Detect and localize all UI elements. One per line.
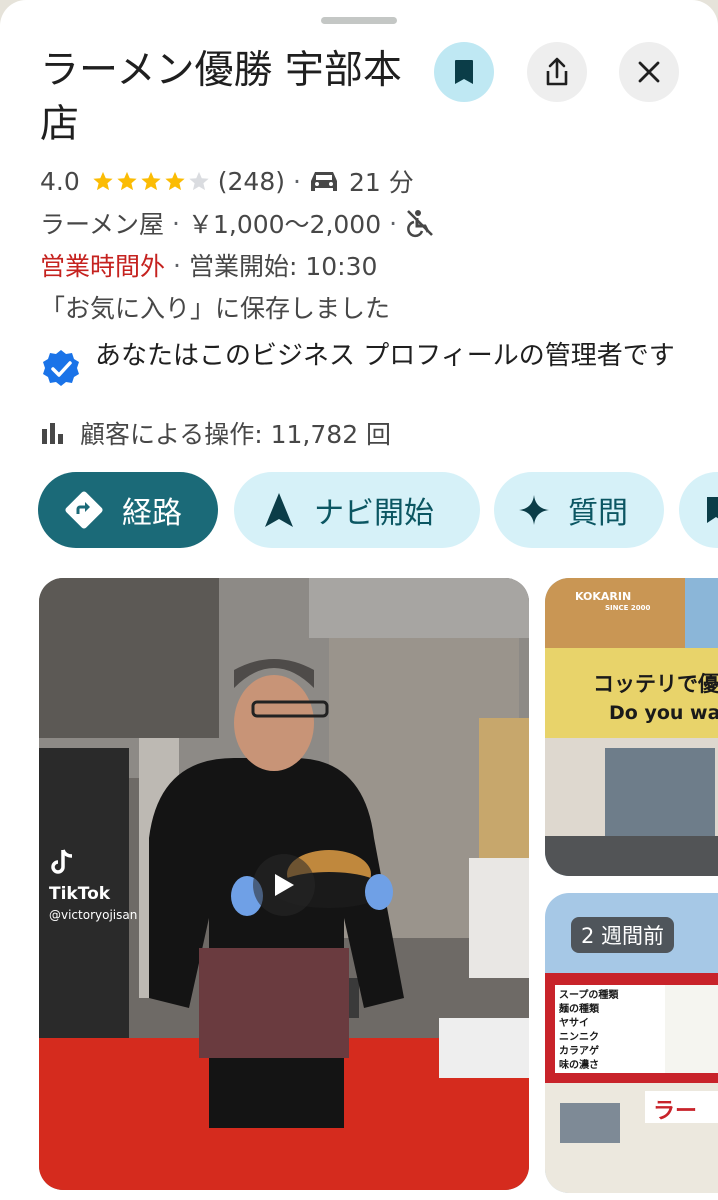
menu-board-item: ニンニク (559, 1032, 599, 1043)
bookmark-icon (707, 497, 718, 523)
directions-icon (65, 491, 103, 529)
banner-text: ラー (653, 1099, 698, 1124)
tiktok-brand: TikTok (49, 884, 111, 904)
menu-board-item: 麺の種類 (559, 1004, 599, 1015)
verified-badge-icon (43, 350, 79, 386)
interactions-count: 顧客による操作: 11,782 回 (80, 420, 392, 449)
bar-chart-icon (42, 423, 63, 444)
ask-button[interactable]: 質問 (494, 472, 664, 548)
rating-value: 4.0 (40, 166, 80, 196)
close-button[interactable] (619, 42, 679, 102)
store-sign-main: コッテリで優勝 (593, 672, 718, 696)
share-icon (546, 57, 568, 86)
rating-row: 4.0 (248) · 21 分 (40, 162, 414, 200)
star-filled-icon (117, 171, 137, 191)
menu-board-photo[interactable]: 2 週間前 スープの種類 麺の種類ヤサイニンニクカラアゲ味の濃さ ラー (545, 893, 718, 1193)
interactions-row[interactable]: 顧客による操作: 11,782 回 (40, 414, 391, 452)
star-empty-icon (189, 171, 209, 191)
star-rating (92, 170, 212, 192)
opening-time: 営業開始: 10:30 (188, 252, 378, 281)
directions-button[interactable]: 経路 (38, 472, 218, 548)
menu-board-item: ヤサイ (559, 1018, 589, 1029)
tiktok-icon (51, 849, 73, 874)
not-accessible-icon (407, 210, 433, 238)
play-icon (275, 874, 294, 896)
drive-time[interactable]: 21 分 (349, 163, 414, 199)
photo-age-badge: 2 週間前 (571, 917, 675, 953)
saved-row: 「お気に入り」に保存しました (40, 288, 390, 326)
drag-handle[interactable] (321, 17, 397, 24)
place-sheet: ラーメン優勝 宇部本店 4.0 (248) · 21 分 ラーメン屋 · ￥1,… (0, 0, 718, 1200)
store-sign-sub: Do you want (609, 702, 718, 724)
menu-board-item: スープの種類 (559, 990, 619, 1001)
star-filled-icon (93, 171, 113, 191)
ask-label: 質問 (568, 496, 628, 531)
status-closed: 営業時間外 (40, 252, 166, 281)
separator: · (172, 208, 180, 238)
more-action-button[interactable] (679, 472, 718, 548)
category[interactable]: ラーメン屋 (40, 205, 164, 241)
save-button[interactable] (434, 42, 494, 102)
share-button[interactable] (527, 42, 587, 102)
directions-label: 経路 (122, 496, 182, 531)
navigation-arrow-icon (265, 493, 293, 527)
store-brand: KOKARIN (575, 590, 632, 603)
owner-verified-row[interactable]: あなたはこのビジネス プロフィールの管理者です (40, 338, 680, 390)
bookmark-icon (455, 60, 473, 84)
separator: · (389, 208, 398, 238)
menu-board-list: スープの種類 麺の種類ヤサイニンニクカラアゲ味の濃さ (559, 989, 618, 1073)
price-range: ￥1,000～2,000 (187, 210, 382, 239)
separator: · (173, 250, 181, 280)
separator: · (293, 166, 301, 196)
category-row: ラーメン屋 · ￥1,000～2,000 · (40, 203, 435, 243)
review-count[interactable]: (248) (218, 167, 285, 196)
place-title: ラーメン優勝 宇部本店 (40, 48, 402, 147)
sparkle-icon (519, 495, 549, 525)
menu-board-item: 味の濃さ (559, 1060, 599, 1071)
hours-row[interactable]: 営業時間外 · 営業開始: 10:30 (40, 246, 377, 284)
star-filled-icon (165, 171, 185, 191)
saved-note: 「お気に入り」に保存しました (40, 294, 391, 323)
tiktok-user: @victoryojisan (49, 908, 138, 922)
tiktok-watermark: TikTok @victoryojisan (49, 848, 137, 922)
verified-text: あなたはこのビジネス プロフィールの管理者です (95, 341, 675, 371)
close-icon (638, 61, 660, 83)
play-button[interactable] (253, 854, 315, 916)
star-filled-icon (141, 171, 161, 191)
car-icon (310, 172, 337, 191)
video-thumbnail[interactable]: TikTok @victoryojisan (39, 578, 529, 1190)
start-navigation-button[interactable]: ナビ開始 (234, 472, 480, 548)
navigation-label: ナビ開始 (314, 496, 434, 531)
menu-board-item: カラアゲ (559, 1046, 599, 1057)
storefront-image (545, 578, 718, 876)
store-since: SINCE 2000 (605, 604, 651, 612)
storefront-photo[interactable]: KOKARIN SINCE 2000 コッテリで優勝 Do you want (545, 578, 718, 876)
